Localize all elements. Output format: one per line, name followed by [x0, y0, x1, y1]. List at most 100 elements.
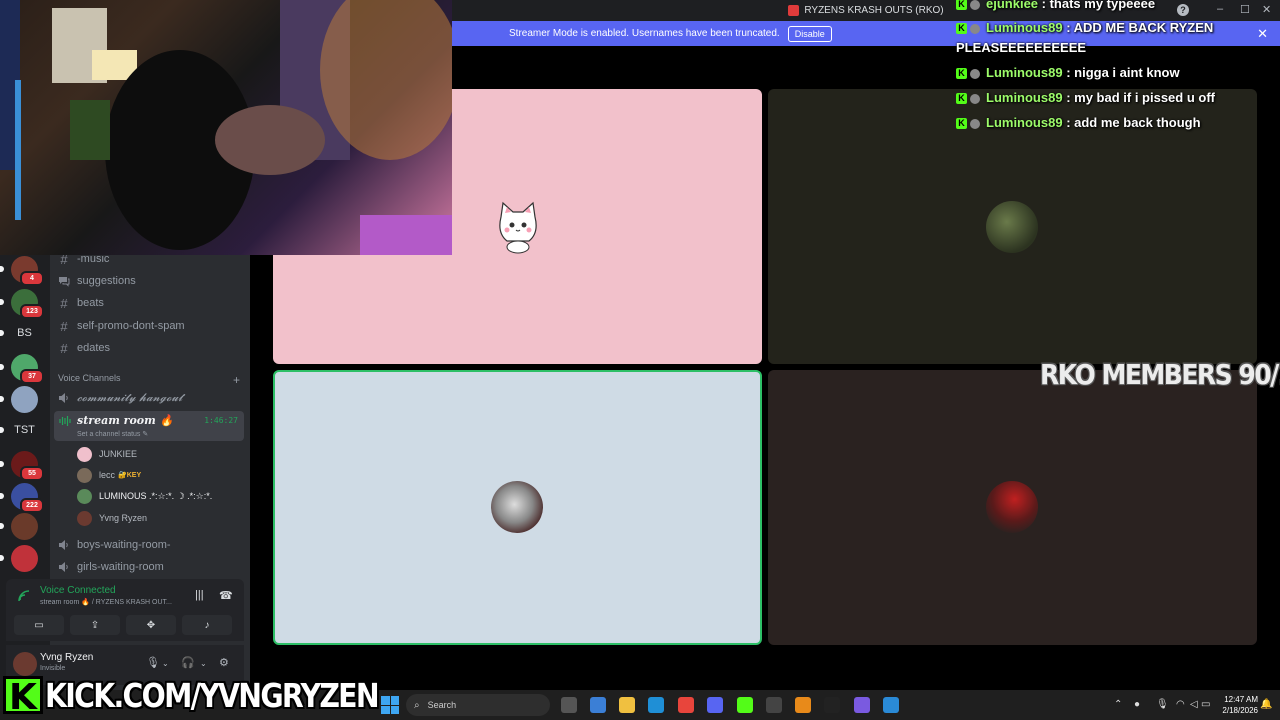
channel-name: suggestions — [77, 275, 136, 287]
video-off-icon: ▭ — [34, 619, 44, 631]
speaker-icon — [59, 393, 68, 403]
video-tile-luminous[interactable] — [273, 370, 762, 645]
headphones-icon[interactable]: 🎧 — [181, 656, 195, 669]
photos-icon[interactable] — [883, 697, 899, 713]
wifi-icon[interactable]: ◠ — [1176, 699, 1185, 710]
voice-member-yvng-ryzen[interactable]: Yvng Ryzen — [77, 510, 147, 526]
volume-icon[interactable]: ◁ — [1190, 699, 1198, 710]
chevron-down-icon[interactable]: ⌄ — [162, 659, 169, 668]
voice-channel-boys-waiting-room[interactable]: boys-waiting-room- — [58, 536, 171, 554]
server-icon-bs[interactable]: BS — [11, 327, 38, 339]
username[interactable]: Yvng Ryzen — [40, 652, 93, 663]
microphone-icon[interactable]: 🎙 — [146, 656, 160, 669]
kick-icon: K — [956, 118, 967, 130]
chat-text: thats my typeeee — [1049, 0, 1156, 11]
terminal-icon[interactable] — [824, 697, 840, 713]
server-logo-icon — [788, 5, 800, 16]
avatar — [77, 446, 92, 462]
chevron-down-icon[interactable]: ⌄ — [200, 659, 207, 668]
server-icon[interactable] — [11, 513, 38, 540]
discord-icon[interactable] — [707, 697, 723, 713]
chevron-up-icon[interactable]: ⌃ — [1114, 699, 1122, 710]
voice-channels-header[interactable]: Voice Channels + — [58, 373, 240, 387]
microphone-tray-icon[interactable]: 🎙 — [1156, 699, 1169, 710]
server-icon[interactable] — [11, 545, 38, 572]
kick-icon: K — [956, 68, 967, 80]
voice-channels-label: Voice Channels — [58, 373, 121, 383]
kick-icon: K — [956, 0, 967, 11]
speaker-icon — [59, 540, 68, 550]
channel-name: 𝓬𝓸𝓶𝓶𝓾𝓷𝓲𝓽𝔂 𝓱𝓪𝓷𝓰𝓸𝓾𝓽 — [77, 391, 183, 404]
disconnect-icon[interactable]: ☎ — [219, 589, 233, 602]
fl-studio-icon[interactable] — [795, 697, 811, 713]
copilot-icon[interactable] — [854, 697, 870, 713]
channel-suggestions[interactable]: suggestions — [58, 272, 136, 290]
server-icon-tst[interactable]: TST — [11, 424, 38, 436]
webcam-feed — [0, 0, 452, 255]
clock-time: 12:47 AM — [1224, 695, 1258, 704]
speaker-icon — [59, 562, 68, 572]
voice-channel-stream-room[interactable]: stream room 🔥 Set a channel status ✎ 1:4… — [54, 411, 244, 441]
channel-name: boys-waiting-room- — [77, 539, 171, 551]
edge-icon[interactable] — [648, 697, 664, 713]
voice-connection-panel: Voice Connected stream room 🔥 / RYZENS K… — [6, 579, 244, 641]
set-channel-status[interactable]: Set a channel status ✎ — [77, 430, 148, 438]
kick-watermark: K KICK.COM/YVNGRYZEN — [3, 675, 432, 717]
avatar[interactable] — [13, 652, 37, 676]
server-icon[interactable] — [11, 386, 38, 413]
notification-bell-icon[interactable]: 🔔 — [1260, 699, 1272, 710]
channel-name: stream room 🔥 — [77, 414, 174, 427]
soundboard-button[interactable]: ♪ — [182, 615, 232, 635]
channel-beats[interactable]: # beats — [58, 294, 104, 312]
activities-button[interactable]: ✥ — [126, 615, 176, 635]
voice-channel-girls-waiting-room[interactable]: girls-waiting-room — [58, 558, 164, 576]
chrome-icon[interactable] — [678, 697, 694, 713]
hash-icon: # — [60, 318, 68, 334]
settings-gear-icon[interactable]: ⚙ — [219, 656, 229, 669]
disable-streamer-mode-button[interactable]: Disable — [787, 25, 832, 42]
file-explorer-icon[interactable] — [619, 697, 635, 713]
video-tile-yvng-ryzen[interactable] — [768, 370, 1257, 645]
window-title: RYZENS KRASH OUTS (RKO) — [804, 5, 944, 16]
connection-signal-icon[interactable] — [17, 589, 31, 603]
mention-badge: 123 — [20, 304, 44, 319]
voice-member-lecc[interactable]: lecc 🔐KEY — [77, 467, 141, 483]
video-off-button[interactable]: ▭ — [14, 615, 64, 635]
tray-app-icon[interactable]: ● — [1134, 699, 1140, 710]
chat-text: add me back though — [1074, 115, 1201, 130]
channel-edates[interactable]: # edates — [58, 339, 110, 357]
kick-icon[interactable] — [737, 697, 753, 713]
voice-member-junkiee[interactable]: JUNKIEE — [77, 446, 137, 462]
chat-message: K Luminous89 : nigga i aint know — [956, 63, 1280, 83]
obs-icon[interactable] — [766, 697, 782, 713]
member-name: Yvng Ryzen — [99, 513, 148, 523]
user-badge-icon — [970, 93, 980, 104]
noise-suppression-icon[interactable]: ||| — [195, 589, 204, 601]
channel-name: beats — [77, 297, 104, 309]
channel-self-promo[interactable]: # self-promo-dont-spam — [58, 317, 184, 335]
voice-member-luminous[interactable]: LUMINOUS .*:☆:*. ☽ .*:☆:*. — [77, 488, 212, 504]
chat-message: K Luminous89 : ADD ME BACK RYZEN PLEASEEE… — [956, 20, 1214, 55]
store-icon[interactable] — [590, 697, 606, 713]
taskbar-clock[interactable]: 12:47 AM 2/18/2026 — [1208, 694, 1258, 716]
voice-channel-community-hangout[interactable]: 𝓬𝓸𝓶𝓶𝓾𝓷𝓲𝓽𝔂 𝓱𝓪𝓷𝓰𝓸𝓾𝓽 — [58, 389, 182, 407]
chat-username: Luminous89 — [986, 90, 1063, 105]
screen-share-icon: ⇪ — [90, 619, 100, 631]
kick-channel-url: KICK.COM/YVNGRYZEN — [45, 675, 380, 715]
task-view-icon[interactable] — [561, 697, 577, 713]
forum-icon — [59, 277, 70, 287]
member-name: LUMINOUS .*:☆:*. ☽ .*:☆:*. — [99, 490, 213, 501]
chat-username: ejunkiee — [986, 0, 1039, 11]
screen-share-button[interactable]: ⇪ — [70, 615, 120, 635]
chat-message: Kejunkiee : thats my typeeee — [956, 0, 1280, 14]
add-channel-icon[interactable]: + — [233, 373, 240, 387]
chat-text: nigga i aint know — [1074, 65, 1180, 80]
lecc-avatar — [986, 201, 1038, 253]
mention-badge: 37 — [20, 369, 44, 384]
voice-connected-channel[interactable]: stream room 🔥 / RYZENS KRASH OUT... — [40, 598, 172, 606]
chat-message: K Luminous89 : add me back though — [956, 113, 1280, 133]
user-badge-icon — [970, 118, 980, 129]
user-badge-icon — [970, 0, 980, 10]
cat-avatar-icon — [499, 201, 537, 254]
chat-text: my bad if i pissed u off — [1074, 90, 1215, 105]
